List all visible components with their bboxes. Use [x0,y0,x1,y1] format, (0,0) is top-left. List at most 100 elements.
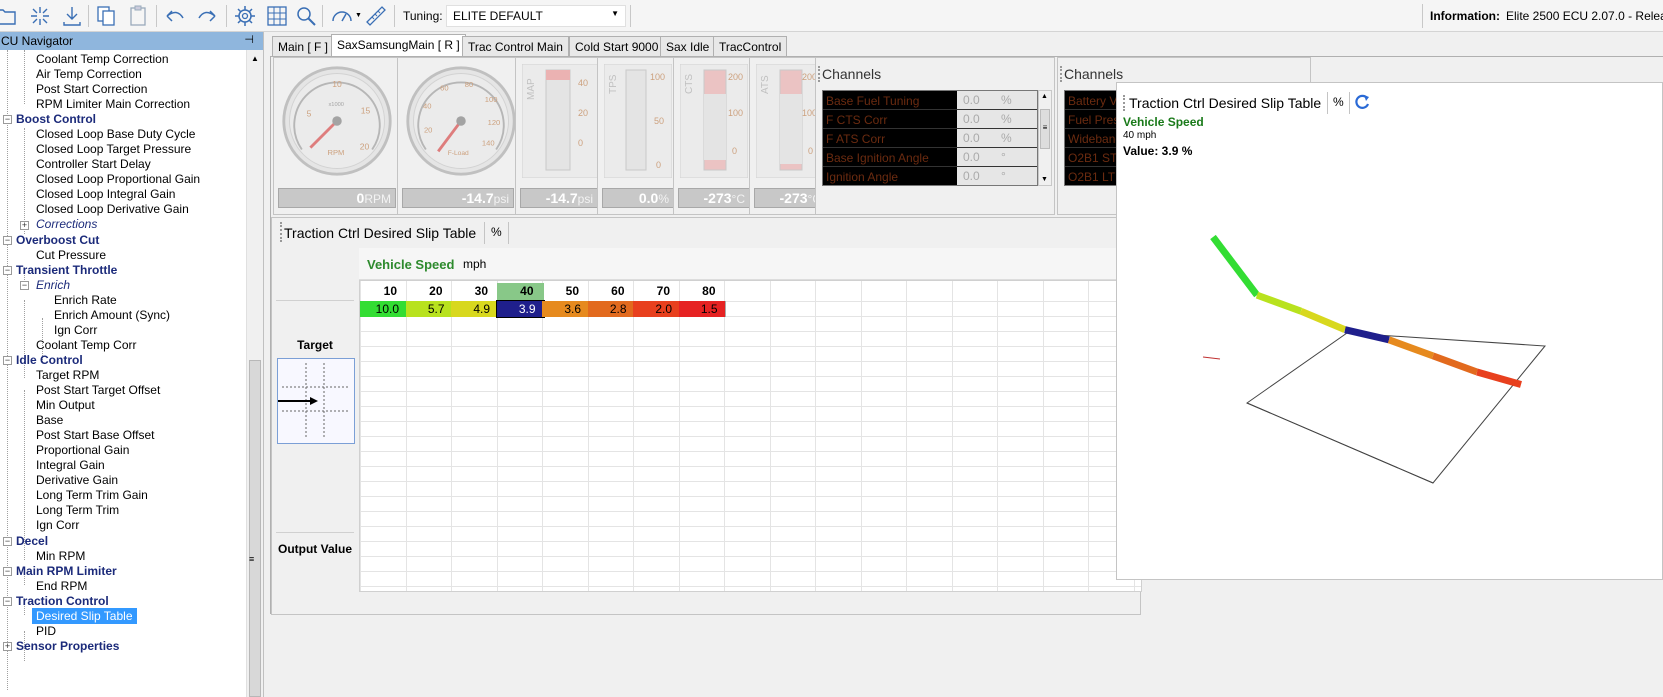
navigator-scrollbar[interactable]: ▲ ≡ [246,50,263,697]
nav-item-cut-pressure[interactable]: Cut Pressure [36,247,106,263]
scrollbar-thumb[interactable]: ≡ [1040,109,1050,149]
tab-saxsamsungmain-r[interactable]: SaxSamsungMain [ R ] [331,34,466,56]
table-cell[interactable]: 5.7 [405,301,453,317]
nav-item-derivative-gain[interactable]: Derivative Gain [36,472,118,488]
axis-header-cell[interactable]: 80 [679,283,726,301]
scrollbar-thumb[interactable] [249,360,261,697]
table-unit-button[interactable]: % [484,222,509,244]
nav-item-controller-start-delay[interactable]: Controller Start Delay [36,156,151,172]
collapse-toggle-icon[interactable]: − [3,236,12,245]
nav-item-post-start-base-offset[interactable]: Post Start Base Offset [36,427,155,443]
nav-item-ign-corr[interactable]: Ign Corr [54,322,97,338]
axis-header-cell[interactable]: 40 [496,283,544,301]
channel-row[interactable]: O2B1 LT [1065,167,1123,185]
table-cell[interactable]: 10.0 [360,301,407,317]
nav-group-decel[interactable]: Decel [16,533,48,549]
nav-item-air-temp-correction[interactable]: Air Temp Correction [36,66,142,82]
nav-item-post-start-correction[interactable]: Post Start Correction [36,81,147,97]
nav-item-enrich-amount-sync[interactable]: Enrich Amount (Sync) [54,307,170,323]
tuning-select[interactable]: ELITE DEFAULT ▼ [446,5,626,27]
tab-traccontrol[interactable]: TracControl [713,36,788,56]
tab-main-f[interactable]: Main [ F ] [272,36,335,56]
gear-icon[interactable] [233,4,257,28]
gauge-icon[interactable] [330,4,354,28]
channel-row[interactable]: Fuel Pres [1065,110,1123,129]
nav-item-integral-gain[interactable]: Integral Gain [36,457,105,473]
table-cell[interactable]: 2.8 [587,301,635,317]
nav-item-long-term-trim[interactable]: Long Term Trim [36,502,119,518]
axis-header-cell[interactable]: 60 [588,283,635,301]
table-cell[interactable]: 3.9 [495,300,545,318]
nav-item-enrich[interactable]: Enrich [36,277,70,293]
axis-selector-icon[interactable] [277,358,355,444]
scroll-up-icon[interactable]: ▲ [1041,93,1048,100]
nav-item-corrections[interactable]: Corrections [36,216,97,232]
nav-item-base[interactable]: Base [36,412,63,428]
nav-item-post-start-target-offset[interactable]: Post Start Target Offset [36,382,160,398]
open-folder-icon[interactable] [0,4,18,28]
channel-row[interactable]: F ATS Corr 0.0 % [823,129,1037,148]
channel-row[interactable]: F CTS Corr 0.0 % [823,110,1037,129]
table-cell[interactable]: 1.5 [678,301,726,317]
axis-header-cell[interactable]: 50 [542,283,589,301]
copy-icon[interactable] [94,4,118,28]
nav-item-coolant-temp-corr[interactable]: Coolant Temp Corr [36,337,137,353]
channel-row[interactable]: Wideband [1065,129,1123,148]
channel-row[interactable]: O2B1 ST [1065,148,1123,167]
nav-item-desired-slip-table[interactable]: Desired Slip Table [32,608,137,624]
tab-sax-idle[interactable]: Sax Idle [660,36,716,56]
scroll-up-icon[interactable]: ▲ [251,54,259,63]
nav-item-closed-loop-proportional-gain[interactable]: Closed Loop Proportional Gain [36,171,200,187]
collapse-toggle-icon[interactable]: − [3,597,12,606]
tab-trac-control-main[interactable]: Trac Control Main [462,36,569,56]
search-icon[interactable] [294,4,318,28]
nav-group-boost-control[interactable]: Boost Control [16,111,96,127]
grid-icon[interactable] [265,4,289,28]
collapse-toggle-icon[interactable]: − [3,537,12,546]
undo-icon[interactable] [163,4,187,28]
nav-item-closed-loop-base-duty-cycle[interactable]: Closed Loop Base Duty Cycle [36,126,195,142]
table-cell[interactable]: 2.0 [633,301,680,317]
nav-item-min-rpm[interactable]: Min RPM [36,548,85,564]
nav-item-proportional-gain[interactable]: Proportional Gain [36,442,129,458]
slip-table-grid[interactable]: 10 20 30 40 50 60 70 80 10.0 5.7 4.9 3.9 3.6 2.8 2.0 1.… [359,280,1142,592]
axis-header-cell[interactable]: 30 [451,283,498,301]
nav-item-enrich-rate[interactable]: Enrich Rate [54,292,117,308]
channel-row[interactable]: Base Ignition Angle 0.0 ° [823,148,1037,167]
gauge-dropdown-icon[interactable]: ▼ [355,12,362,19]
redo-icon[interactable] [195,4,219,28]
ruler-icon[interactable] [364,4,388,28]
nav-item-closed-loop-integral-gain[interactable]: Closed Loop Integral Gain [36,186,175,202]
collapse-toggle-icon[interactable]: − [3,115,12,124]
tab-cold-start-9000[interactable]: Cold Start 9000 [569,36,665,56]
nav-item-target-rpm[interactable]: Target RPM [36,367,99,383]
nav-item-pid[interactable]: PID [36,623,56,639]
axis-header-cell[interactable]: 10 [360,283,407,301]
nav-item-idle-ign-corr[interactable]: Ign Corr [36,517,79,533]
nav-item-closed-loop-derivative-gain[interactable]: Closed Loop Derivative Gain [36,201,189,217]
scroll-down-icon[interactable]: ▼ [1041,176,1048,183]
axis-header-cell[interactable]: 70 [633,283,680,301]
expand-toggle-icon[interactable]: + [3,642,12,651]
nav-group-sensor-properties[interactable]: Sensor Properties [16,638,119,654]
table-cell[interactable]: 4.9 [451,301,498,317]
collapse-toggle-icon[interactable]: − [3,266,12,275]
nav-group-main-rpm-limiter[interactable]: Main RPM Limiter [16,563,117,579]
collapse-toggle-icon[interactable]: − [3,356,12,365]
pin-icon[interactable]: ⊣ [244,33,254,46]
channel-row[interactable]: Base Fuel Tuning 0.0 % [823,91,1037,110]
nav-item-min-output[interactable]: Min Output [36,397,95,413]
collapse-toggle-icon[interactable]: − [20,281,29,290]
nav-item-coolant-temp-correction[interactable]: Coolant Temp Correction [36,51,169,67]
nav-item-rpm-limiter-main-correction[interactable]: RPM Limiter Main Correction [36,96,190,112]
paste-icon[interactable] [126,4,150,28]
channel-row[interactable]: Ignition Angle 0.0 ° [823,167,1037,185]
nav-group-traction-control[interactable]: Traction Control [16,593,109,609]
nav-group-overboost-cut[interactable]: Overboost Cut [16,232,99,248]
nav-item-closed-loop-target-pressure[interactable]: Closed Loop Target Pressure [36,141,191,157]
channel-row[interactable]: Battery V [1065,91,1123,110]
nav-group-transient-throttle[interactable]: Transient Throttle [16,262,117,278]
download-icon[interactable] [60,4,84,28]
expand-toggle-icon[interactable]: + [20,221,29,230]
table-cell[interactable]: 3.6 [542,301,589,317]
